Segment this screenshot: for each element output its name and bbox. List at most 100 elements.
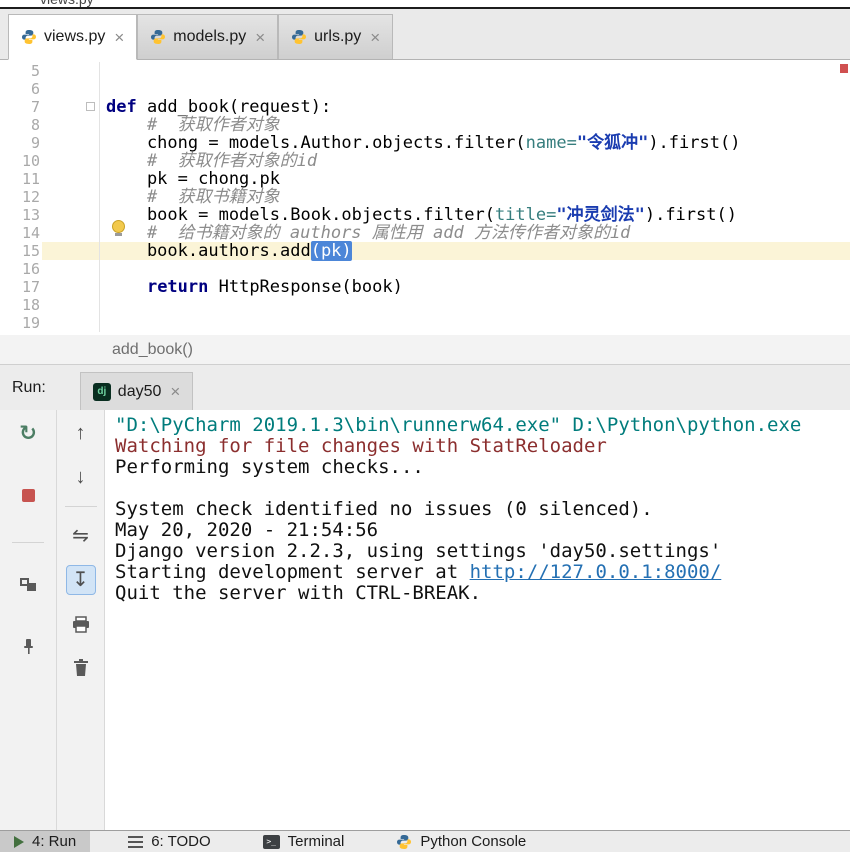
gutter: [42, 62, 100, 80]
console-text: May 20, 2020 - 21:54:56: [115, 519, 378, 541]
console-line: [115, 478, 850, 499]
top-clipped-toolbar: views.py: [0, 0, 850, 9]
soft-wrap-button[interactable]: ⇋: [66, 521, 96, 551]
toolwindow-button-terminal[interactable]: >_Terminal: [249, 831, 359, 852]
console-toolbar: ↑ ↓ ⇋ ↧: [57, 410, 105, 830]
rerun-icon: ↻: [19, 423, 37, 444]
python-icon: [150, 29, 166, 45]
editor-line-6[interactable]: 6: [0, 80, 850, 98]
gutter: [42, 170, 100, 188]
console-line: Watching for file changes with StatReloa…: [115, 436, 850, 457]
toolwindow-label: 6: TODO: [151, 833, 210, 850]
code-token: # 给书籍对象的 authors 属性用 add 方法传作者对象的id: [147, 223, 630, 243]
console-line: Performing system checks...: [115, 457, 850, 478]
tab-label: views.py: [44, 28, 105, 46]
rerun-button[interactable]: ↻: [13, 418, 43, 448]
line-number: 11: [0, 170, 42, 188]
code-token: book = models.Book.objects.filter(: [106, 205, 495, 225]
code-token: title=: [495, 205, 556, 225]
next-occurrence-button[interactable]: ↓: [66, 462, 96, 492]
code-token: ).first(): [648, 133, 740, 153]
gutter: [42, 116, 100, 134]
gutter: [42, 314, 100, 332]
nav-breadcrumb-clipped: views.py: [40, 0, 94, 7]
code-editor[interactable]: 567def add_book(request):8 # 获取作者对象9 cho…: [0, 60, 850, 335]
editor-line-9[interactable]: 9 chong = models.Author.objects.filter(n…: [0, 134, 850, 152]
editor-line-14[interactable]: 14 # 给书籍对象的 authors 属性用 add 方法传作者对象的id: [0, 224, 850, 242]
intention-bulb-icon[interactable]: [112, 220, 125, 233]
restore-layout-button[interactable]: [13, 569, 43, 599]
toolbar-divider: [12, 542, 44, 543]
tab-close-icon[interactable]: ×: [170, 383, 180, 400]
clear-console-button[interactable]: [66, 653, 96, 683]
editor-line-12[interactable]: 12 # 获取书籍对象: [0, 188, 850, 206]
scroll-to-end-icon: ↧: [72, 570, 89, 590]
editor-line-17[interactable]: 17 return HttpResponse(book): [0, 278, 850, 296]
editor-line-13[interactable]: 13 book = models.Book.objects.filter(tit…: [0, 206, 850, 224]
code-text: # 给书籍对象的 authors 属性用 add 方法传作者对象的id: [100, 224, 850, 242]
editor-line-16[interactable]: 16: [0, 260, 850, 278]
breadcrumb-item-function[interactable]: add_book(): [112, 341, 193, 359]
code-text: [100, 260, 850, 278]
printer-icon: [72, 616, 90, 633]
gutter: [42, 134, 100, 152]
code-token: book.authors.add: [106, 241, 311, 261]
line-number: 6: [0, 80, 42, 98]
tab-close-icon[interactable]: ×: [370, 29, 380, 46]
editor-line-7[interactable]: 7def add_book(request):: [0, 98, 850, 116]
editor-tab-models-py[interactable]: models.py ×: [137, 14, 278, 59]
tab-label: models.py: [173, 28, 246, 46]
editor-line-8[interactable]: 8 # 获取作者对象: [0, 116, 850, 134]
editor-lines: 567def add_book(request):8 # 获取作者对象9 cho…: [0, 62, 850, 332]
tab-close-icon[interactable]: ×: [255, 29, 265, 46]
trash-icon: [73, 659, 89, 677]
toolwindow-label: Terminal: [288, 833, 345, 850]
fold-marker-icon[interactable]: [86, 102, 95, 111]
pin-button[interactable]: [13, 631, 43, 661]
line-number: 5: [0, 62, 42, 80]
pycharm-window: views.py views.py×models.py×urls.py× 567…: [0, 0, 850, 852]
bulb-base: [115, 233, 122, 236]
gutter: [42, 260, 100, 278]
console-url-link[interactable]: http://127.0.0.1:8000/: [470, 561, 722, 583]
code-token: add_book(request):: [137, 97, 331, 117]
run-console-output[interactable]: "D:\PyCharm 2019.1.3\bin\runnerw64.exe" …: [105, 410, 850, 830]
print-button[interactable]: [66, 609, 96, 639]
code-text: book.authors.add(pk): [100, 242, 850, 260]
console-line: May 20, 2020 - 21:54:56: [115, 520, 850, 541]
editor-tab-views-py[interactable]: views.py ×: [8, 14, 137, 60]
editor-line-5[interactable]: 5: [0, 62, 850, 80]
gutter: [42, 152, 100, 170]
code-token: # 获取书籍对象: [147, 187, 280, 207]
console-line: "D:\PyCharm 2019.1.3\bin\runnerw64.exe" …: [115, 415, 850, 436]
code-text: def add_book(request):: [100, 98, 850, 116]
code-token: "令狐冲": [577, 133, 648, 153]
console-text: Django version 2.2.3, using settings 'da…: [115, 540, 721, 562]
gutter: [42, 80, 100, 98]
python-icon: [291, 29, 307, 45]
toolwindow-button-4-run[interactable]: 4: Run: [0, 831, 90, 852]
pin-icon: [20, 638, 37, 655]
editor-tab-urls-py[interactable]: urls.py×: [278, 14, 393, 59]
editor-line-18[interactable]: 18: [0, 296, 850, 314]
line-number: 15: [0, 242, 42, 260]
code-text: chong = models.Author.objects.filter(nam…: [100, 134, 850, 152]
code-token: chong = models.Author.objects.filter(: [106, 133, 526, 153]
scroll-to-end-button[interactable]: ↧: [66, 565, 96, 595]
editor-line-19[interactable]: 19: [0, 314, 850, 332]
toolwindow-button-6-todo[interactable]: 6: TODO: [114, 831, 224, 852]
toolwindow-button-python-console[interactable]: Python Console: [382, 831, 540, 852]
editor-tab-bar: views.py×models.py×urls.py×: [0, 9, 850, 60]
editor-line-10[interactable]: 10 # 获取作者对象的id: [0, 152, 850, 170]
error-stripe-mark[interactable]: [840, 64, 848, 73]
run-config-tab-day50[interactable]: dj day50 ×: [80, 372, 194, 410]
prev-occurrence-button[interactable]: ↑: [66, 418, 96, 448]
stop-button[interactable]: [13, 480, 43, 510]
code-token: name=: [526, 133, 577, 153]
editor-line-15[interactable]: 15 book.authors.add(pk): [0, 242, 850, 260]
line-number: 19: [0, 314, 42, 332]
editor-line-11[interactable]: 11 pk = chong.pk: [0, 170, 850, 188]
tab-close-icon[interactable]: ×: [114, 29, 124, 46]
line-number: 9: [0, 134, 42, 152]
breadcrumbs-bar: add_book(): [0, 335, 850, 365]
